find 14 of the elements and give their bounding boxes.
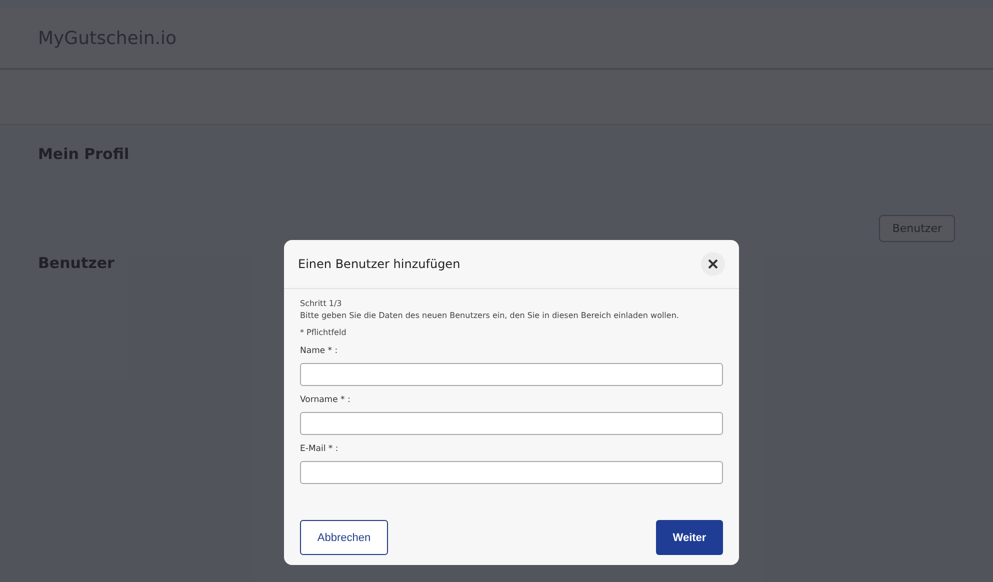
field-label: E-Mail * : [300,444,340,454]
intro-text: Bitte geben Sie die Daten des neuen Benutzers ein, den Sie in diesen Bereich einladen wollen. [300,311,680,320]
close-icon [708,259,718,269]
required-note: * Pflichtfeld [300,328,348,337]
input-field[interactable] [300,363,723,386]
close-button[interactable] [701,252,725,276]
next-button[interactable]: Weiter [656,520,723,555]
dialog-title: Einen Benutzer hinzufügen [298,257,460,271]
input-field[interactable] [300,461,723,484]
field-label: Vorname * : [300,395,352,405]
input-field[interactable] [300,412,723,435]
step-text: Schritt 1/3 [300,299,343,308]
field-label: Name * : [300,346,339,356]
cancel-button[interactable]: Abbrechen [300,520,388,555]
